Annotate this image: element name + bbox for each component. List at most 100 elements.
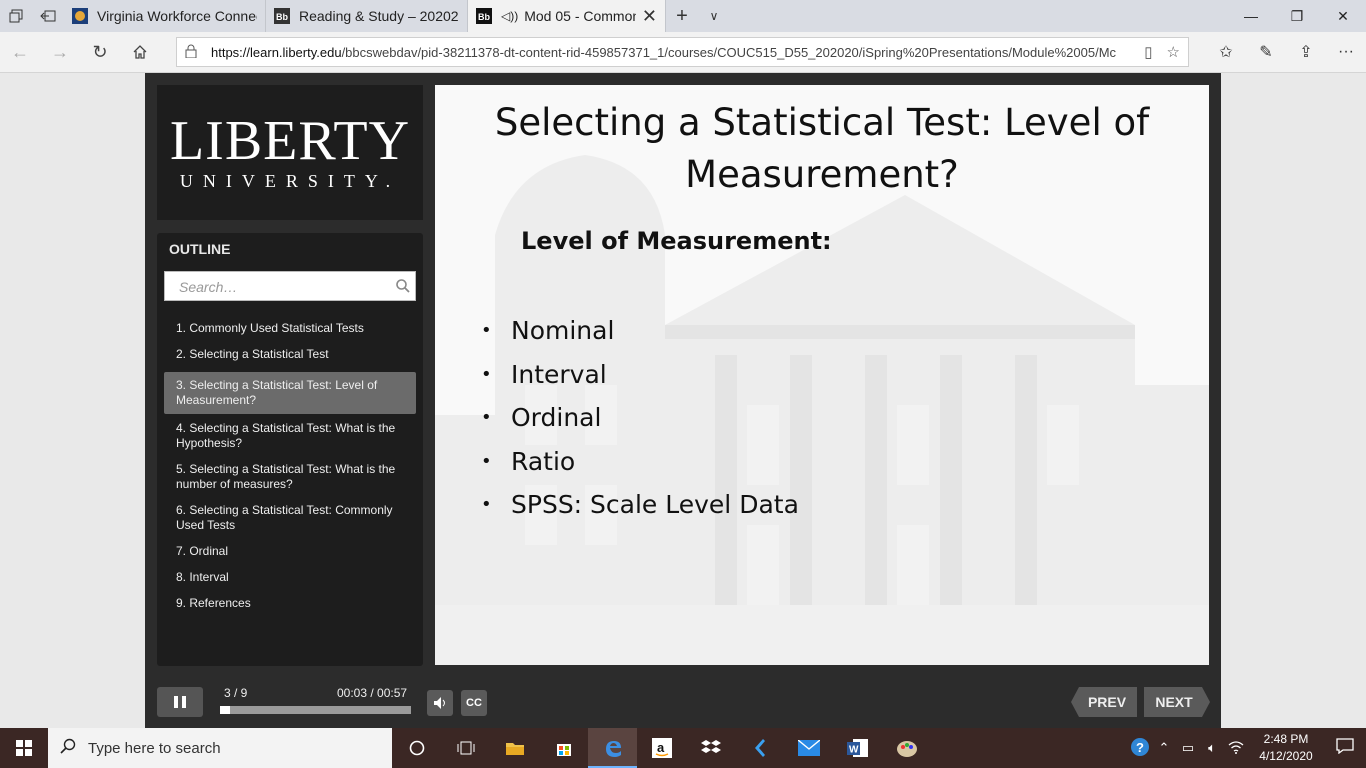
- slide-canvas: Selecting a Statistical Test: Level of M…: [435, 85, 1209, 665]
- mail-icon[interactable]: [784, 728, 833, 768]
- reading-view-icon[interactable]: ▯: [1144, 43, 1152, 61]
- bullet-text: Ratio: [511, 446, 576, 476]
- browser-tab-strip: Virginia Workforce Connect Bb Reading & …: [0, 0, 1366, 32]
- slide-counter: 3 / 9: [224, 686, 248, 700]
- edge-browser-icon[interactable]: [588, 728, 637, 768]
- slide-title: Selecting a Statistical Test: Level of M…: [494, 101, 1150, 196]
- notes-pen-icon[interactable]: ✎: [1246, 32, 1286, 72]
- favorites-list-icon[interactable]: ✩: [1206, 32, 1246, 72]
- taskbar-search-box[interactable]: Type here to search: [48, 728, 392, 768]
- playback-progress-bar[interactable]: [220, 706, 411, 714]
- slide-bullet-list: • Nominal • Interval • Ordinal • Ratio • SPSS: Sc…: [481, 309, 799, 527]
- battery-icon[interactable]: ▭: [1176, 740, 1200, 756]
- clock-date: 4/12/2020: [1259, 749, 1313, 763]
- browser-toolbar-right: ✩ ✎ ⇪ ···: [1206, 32, 1366, 72]
- outline-item[interactable]: 8. Interval: [164, 566, 416, 592]
- outline-item[interactable]: 5. Selecting a Statistical Test: What is…: [164, 458, 416, 499]
- forward-icon[interactable]: →: [40, 32, 80, 72]
- tab-preview-chevron-icon[interactable]: ∨: [698, 0, 730, 32]
- search-icon: [60, 738, 76, 758]
- pause-button[interactable]: [157, 687, 203, 717]
- taskbar-search-placeholder: Type here to search: [88, 739, 221, 757]
- svg-text:a: a: [657, 740, 665, 755]
- logo-wordmark: LIBERTY: [169, 110, 411, 172]
- slide-bullet: • Ordinal: [481, 396, 799, 440]
- refresh-icon[interactable]: ↻: [80, 32, 120, 72]
- svg-text:Bb: Bb: [276, 12, 288, 22]
- wifi-icon[interactable]: [1224, 740, 1248, 757]
- outline-item[interactable]: 9. References: [164, 592, 416, 618]
- bullet-text: Interval: [511, 359, 607, 389]
- word-icon[interactable]: W: [833, 728, 882, 768]
- logo-subtitle: UNIVERSITY.: [179, 171, 401, 191]
- outline-search-input[interactable]: Search…: [164, 271, 416, 301]
- tab-manager-icon[interactable]: [0, 0, 32, 32]
- bullet-text: SPSS: Scale Level Data: [511, 490, 799, 520]
- amazon-icon[interactable]: a: [637, 728, 686, 768]
- tab-title: Reading & Study – 202020 S: [299, 8, 459, 24]
- virginia-favicon-icon: [72, 8, 88, 24]
- browser-navbar: ← → ↻ https://learn.liberty.edu/bbcswebd…: [0, 32, 1366, 73]
- next-button[interactable]: NEXT: [1144, 687, 1210, 717]
- close-window-icon[interactable]: ✕: [1320, 0, 1366, 32]
- home-icon[interactable]: [120, 32, 160, 72]
- close-tab-icon[interactable]: ✕: [636, 6, 657, 27]
- svg-text:?: ?: [1136, 740, 1144, 755]
- tab-virginia-workforce[interactable]: Virginia Workforce Connect: [64, 0, 266, 32]
- system-tray: ? ⌃ ▭ 🔈︎ 2:48 PM 4/12/2020: [1128, 728, 1366, 768]
- bullet-dot: •: [481, 320, 492, 342]
- tab-title: Virginia Workforce Connect: [97, 8, 257, 24]
- task-view-icon[interactable]: [441, 728, 490, 768]
- clock-time: 2:48 PM: [1263, 732, 1309, 746]
- dropbox-icon[interactable]: [686, 728, 735, 768]
- paint-icon[interactable]: [882, 728, 931, 768]
- player-controls: 3 / 9 00:03 / 00:57 CC PREV NEXT: [145, 676, 1221, 728]
- windows-taskbar: Type here to search a W ? ⌃ ▭ 🔈︎ 2:48 PM…: [0, 728, 1366, 768]
- minimize-icon[interactable]: —: [1228, 0, 1274, 32]
- prev-button[interactable]: PREV: [1071, 687, 1137, 717]
- outline-item[interactable]: 3. Selecting a Statistical Test: Level o…: [164, 372, 416, 414]
- windows-start-icon[interactable]: [0, 728, 48, 768]
- microsoft-store-icon[interactable]: [539, 728, 588, 768]
- visual-studio-code-icon[interactable]: [735, 728, 784, 768]
- cortana-icon[interactable]: [392, 728, 441, 768]
- address-bar[interactable]: https://learn.liberty.edu/bbcswebdav/pid…: [176, 37, 1189, 67]
- closed-captions-button[interactable]: CC: [461, 690, 487, 716]
- url-text: https://learn.liberty.edu/bbcswebdav/pid…: [211, 44, 1117, 60]
- volume-icon[interactable]: [427, 690, 453, 716]
- outline-item[interactable]: 2. Selecting a Statistical Test: [164, 343, 416, 369]
- show-hidden-icons-chevron[interactable]: ⌃: [1152, 740, 1176, 756]
- slide-bullet: • Ratio: [481, 440, 799, 484]
- restore-icon[interactable]: ❐: [1274, 0, 1320, 32]
- more-menu-icon[interactable]: ···: [1326, 32, 1366, 72]
- search-placeholder: Search…: [179, 279, 238, 295]
- window-controls: — ❐ ✕: [1228, 0, 1366, 32]
- outline-item[interactable]: 1. Commonly Used Statistical Tests: [164, 317, 416, 343]
- slide-bullet: • SPSS: Scale Level Data: [481, 483, 799, 527]
- slide-bullet: • Interval: [481, 353, 799, 397]
- outline-list: 1. Commonly Used Statistical Tests 2. Sel…: [164, 317, 416, 618]
- outline-item[interactable]: 6. Selecting a Statistical Test: Commonl…: [164, 499, 416, 540]
- tab-title: Mod 05 - Common: [524, 8, 636, 24]
- tab-reading-study[interactable]: Bb Reading & Study – 202020 S: [266, 0, 468, 32]
- share-icon[interactable]: ⇪: [1286, 32, 1326, 72]
- tab-mod-05[interactable]: Bb ◁)) Mod 05 - Common ✕: [468, 0, 666, 32]
- outline-title: OUTLINE: [169, 241, 231, 257]
- volume-muted-icon[interactable]: 🔈︎: [1200, 740, 1224, 756]
- search-icon[interactable]: [395, 278, 411, 297]
- back-icon[interactable]: ←: [0, 32, 40, 72]
- new-tab-icon[interactable]: +: [666, 0, 698, 32]
- action-center-icon[interactable]: [1324, 737, 1366, 759]
- help-icon[interactable]: ?: [1128, 737, 1152, 760]
- set-tabs-aside-icon[interactable]: [32, 0, 64, 32]
- slide-subtitle: Level of Measurement:: [521, 227, 832, 255]
- outline-item[interactable]: 4. Selecting a Statistical Test: What is…: [164, 417, 416, 458]
- favorite-star-icon[interactable]: ☆: [1167, 43, 1180, 61]
- file-explorer-icon[interactable]: [490, 728, 539, 768]
- audio-playing-icon[interactable]: ◁)): [501, 9, 518, 23]
- blackboard-favicon-icon: Bb: [274, 8, 290, 24]
- progress-fill: [220, 706, 230, 714]
- outline-item[interactable]: 7. Ordinal: [164, 540, 416, 566]
- svg-text:W: W: [849, 745, 859, 756]
- taskbar-clock[interactable]: 2:48 PM 4/12/2020: [1248, 731, 1324, 765]
